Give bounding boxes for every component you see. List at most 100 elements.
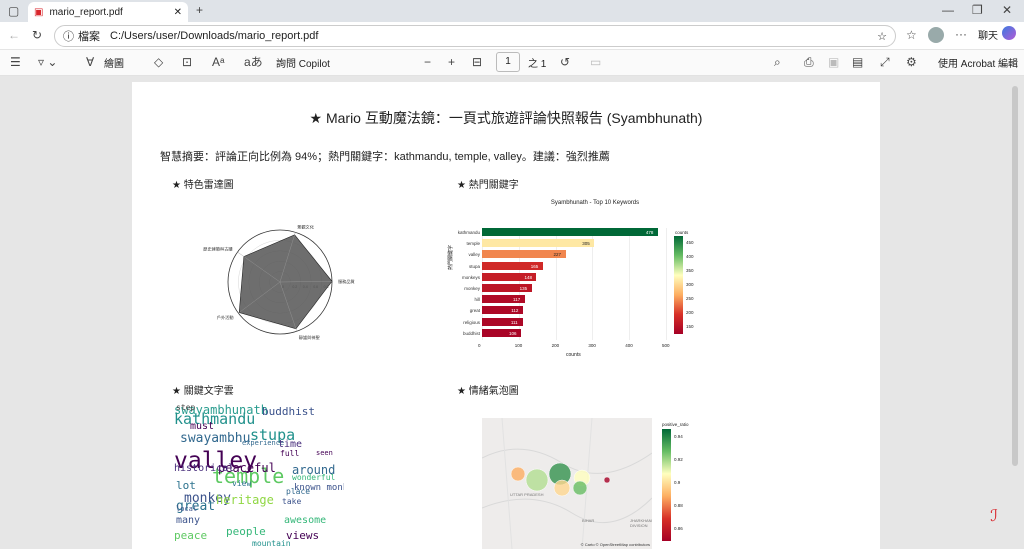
bar-xtick-label: 300 bbox=[588, 343, 596, 348]
favorite-star-icon[interactable]: ☆ bbox=[877, 30, 887, 43]
bar-category-label: great bbox=[469, 308, 480, 314]
scrollbar[interactable] bbox=[1012, 86, 1018, 466]
bar-xtick-label: 0 bbox=[478, 343, 481, 348]
bar-category-label: buddhist bbox=[462, 330, 480, 336]
section-radar: ★ 特色雷達圖 bbox=[172, 180, 234, 191]
tab-active[interactable]: ▣ mario_report.pdf ✕ bbox=[28, 2, 188, 22]
bar-category-label: monkey bbox=[464, 286, 480, 291]
fullscreen-icon[interactable]: ⤢ bbox=[880, 55, 890, 69]
word-cloud-word: swayambhu bbox=[180, 431, 251, 446]
maximize-icon[interactable]: ❐ bbox=[972, 3, 983, 17]
pdf-viewer[interactable]: ★ Mario 互動魔法鏡：一頁式旅遊評論快照報告 (Syambhunath) … bbox=[0, 76, 1024, 549]
bar-colorbar bbox=[674, 236, 683, 334]
word-cloud-word: lot bbox=[176, 479, 196, 492]
pdf-page: ★ Mario 互動魔法鏡：一頁式旅遊評論快照報告 (Syambhunath) … bbox=[132, 82, 880, 549]
url-prefix: 檔案 bbox=[78, 31, 100, 43]
url-field[interactable]: ⓘ 檔案 C:/Users/user/Downloads/mario_repor… bbox=[54, 25, 896, 47]
bar-xlabel: counts bbox=[566, 352, 581, 358]
favorites-icon[interactable]: ☆ bbox=[906, 28, 917, 42]
map-attribution: © Carto © OpenStreetMap contributors bbox=[580, 542, 650, 547]
word-cloud-word: place bbox=[286, 487, 311, 496]
section-wordcloud: ★ 關鍵文字雲 bbox=[172, 386, 234, 397]
radar-chart: 景觀文化服務品質靜謐與神聖 戶外活動 歷史建築與古蹟 0 0.2 0.4 0.6 0.8 bbox=[203, 224, 354, 341]
pdf-file-icon: ▣ bbox=[34, 6, 44, 18]
fit-page-icon[interactable]: ⊟ bbox=[472, 55, 482, 69]
draw-icon[interactable]: ∀ bbox=[86, 55, 94, 69]
word-cloud-word: buddhist bbox=[262, 405, 315, 418]
highlight-icon[interactable]: ▿ ⌄ bbox=[38, 55, 57, 69]
bar-xtick-label: 200 bbox=[551, 343, 560, 348]
colorbar-tick-label: 200 bbox=[686, 310, 694, 315]
copilot-icon[interactable] bbox=[1002, 26, 1016, 40]
colorbar-tick-label: 400 bbox=[686, 254, 694, 259]
copilot-button[interactable]: 詢問 Copilot bbox=[276, 55, 330, 70]
word-cloud-word: heritage bbox=[216, 493, 274, 507]
settings-gear-icon[interactable]: ⚙ bbox=[906, 55, 917, 69]
close-tab-icon[interactable]: ✕ bbox=[174, 7, 182, 18]
radar-tick-label: 0.2 bbox=[292, 285, 297, 289]
radar-axis-label: 歷史建築與古蹟 bbox=[203, 246, 233, 253]
eraser-icon[interactable]: ◇ bbox=[154, 55, 163, 69]
bar-category-label: stupa bbox=[468, 263, 480, 269]
map-label-up: UTTAR PRADESH bbox=[510, 492, 544, 497]
info-icon[interactable]: ⓘ bbox=[63, 28, 74, 44]
back-icon[interactable]: ← bbox=[8, 28, 20, 42]
close-window-icon[interactable]: ✕ bbox=[1002, 3, 1012, 17]
contents-icon[interactable]: ☰ bbox=[10, 55, 21, 69]
new-tab-icon[interactable]: + bbox=[196, 3, 203, 17]
bar-value-label: 148 bbox=[524, 274, 532, 280]
acrobat-edit-button[interactable]: 使用 Acrobat 編輯 bbox=[938, 55, 1018, 70]
word-cloud-word: people bbox=[226, 525, 266, 538]
rotate-icon[interactable]: ↺ bbox=[560, 55, 570, 69]
save-icon[interactable]: ▣ bbox=[828, 55, 839, 69]
draw-button[interactable]: 繪圖 bbox=[104, 55, 124, 70]
save-as-icon[interactable]: ▤ bbox=[852, 55, 863, 69]
radar-tick-label: 0 bbox=[282, 285, 284, 289]
bar-chart-title: Syambhunath - Top 10 Keywords bbox=[550, 200, 640, 206]
acrobat-icon[interactable]: ℐ bbox=[984, 506, 1004, 526]
colorbar-tick-label: 150 bbox=[686, 324, 694, 329]
url-text: C:/Users/user/Downloads/mario_report.pdf bbox=[110, 30, 319, 42]
avatar[interactable] bbox=[928, 27, 944, 43]
text-box-icon[interactable]: ⊡ bbox=[182, 55, 192, 69]
radar-axis-label: 靜謐與神聖 bbox=[299, 334, 321, 341]
colorbar-tick-label: 0.86 bbox=[674, 526, 683, 531]
map-label-bihar: BIHAR bbox=[582, 518, 595, 523]
page-number-input[interactable]: 1 bbox=[496, 52, 520, 72]
bar-value-label: 305 bbox=[582, 241, 590, 247]
word-cloud-word: wonderful bbox=[292, 473, 336, 482]
bar-value-label: 227 bbox=[553, 252, 562, 258]
print-icon[interactable]: ⎙ bbox=[804, 55, 814, 69]
two-page-icon[interactable]: ▭ bbox=[590, 55, 601, 69]
minimize-icon[interactable]: — bbox=[942, 3, 954, 17]
zoom-in-icon[interactable]: + bbox=[448, 55, 455, 69]
translate-icon[interactable]: aあ bbox=[244, 55, 263, 69]
bar-xtick-label: 400 bbox=[625, 343, 633, 348]
bar-category-label: valley bbox=[468, 252, 480, 258]
keyword-bar bbox=[482, 239, 595, 248]
word-cloud-word: must bbox=[190, 421, 215, 432]
read-aloud-icon[interactable]: Aᵃ bbox=[212, 55, 224, 69]
bar-category-label: kathmandu bbox=[457, 230, 480, 235]
bar-ylabel: 熱門關鍵字 bbox=[448, 244, 454, 270]
colorbar-tick-label: 0.88 bbox=[674, 503, 683, 508]
page-total: 之 1 bbox=[528, 59, 547, 70]
tab-actions-icon[interactable]: ▢ bbox=[8, 4, 19, 18]
bar-value-label: 478 bbox=[645, 230, 654, 235]
address-bar: ← ↻ ⓘ 檔案 C:/Users/user/Downloads/mario_r… bbox=[0, 22, 1024, 50]
word-cloud-word: many bbox=[176, 515, 201, 526]
search-icon[interactable]: ⌕ bbox=[774, 55, 781, 69]
bar-value-label: 135 bbox=[519, 286, 528, 291]
word-cloud-word: peace bbox=[174, 529, 208, 542]
colorbar-tick-label: 250 bbox=[686, 296, 694, 301]
word-cloud-word: mountain bbox=[252, 539, 291, 548]
word-cloud-word: kathmandu bbox=[174, 410, 256, 428]
zoom-out-icon[interactable]: − bbox=[424, 55, 431, 69]
more-menu-icon[interactable]: ··· bbox=[955, 27, 967, 41]
bar-category-label: hill bbox=[474, 297, 480, 303]
chat-button[interactable]: 聊天 bbox=[978, 27, 998, 42]
colorbar-tick-label: 300 bbox=[686, 282, 694, 287]
radar-tick-label: 0.8 bbox=[324, 285, 329, 289]
bar-category-label: religious bbox=[463, 319, 480, 325]
refresh-icon[interactable]: ↻ bbox=[32, 28, 42, 42]
